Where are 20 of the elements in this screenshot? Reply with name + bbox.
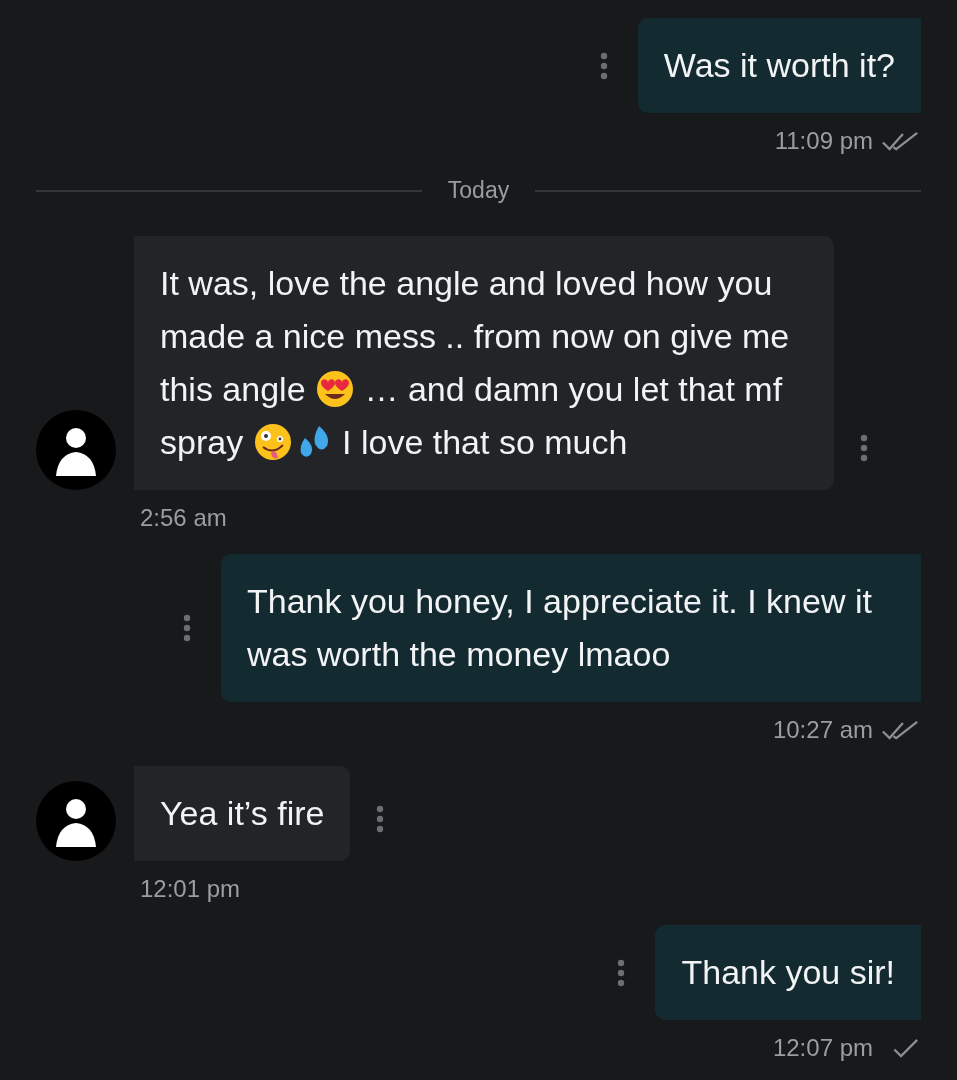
message-bubble: Yea it’s fire xyxy=(134,766,351,861)
message-bubble: Was it worth it? xyxy=(637,18,921,113)
more-options-icon[interactable] xyxy=(376,805,385,833)
message-time: 12:01 pm xyxy=(140,875,241,903)
zany-face-emoji-icon xyxy=(252,422,293,462)
message-time: 10:27 am xyxy=(772,716,873,744)
message-time: 11:09 pm xyxy=(774,127,873,155)
more-options-icon[interactable] xyxy=(860,434,868,462)
more-options-icon[interactable] xyxy=(617,958,626,987)
message-time: 12:07 pm xyxy=(772,1034,873,1062)
message-bubble: It was, love the angle and loved how you made a nice mess .. from now on give me this angle … and damn you let that mf spray I love that so much xyxy=(134,236,834,490)
date-label: Today xyxy=(447,177,510,204)
more-options-icon[interactable] xyxy=(599,51,608,80)
more-options-icon[interactable] xyxy=(183,614,191,642)
message-bubble: Thank you honey, I appreciate it. I knew it was worth the money lmaoo xyxy=(221,554,921,702)
avatar-icon[interactable] xyxy=(36,781,116,861)
message-bubble: Thank you sir! xyxy=(655,925,921,1020)
heart-eyes-emoji-icon xyxy=(315,369,355,409)
avatar-icon[interactable] xyxy=(36,410,116,490)
message-time: 2:56 am xyxy=(140,504,227,532)
